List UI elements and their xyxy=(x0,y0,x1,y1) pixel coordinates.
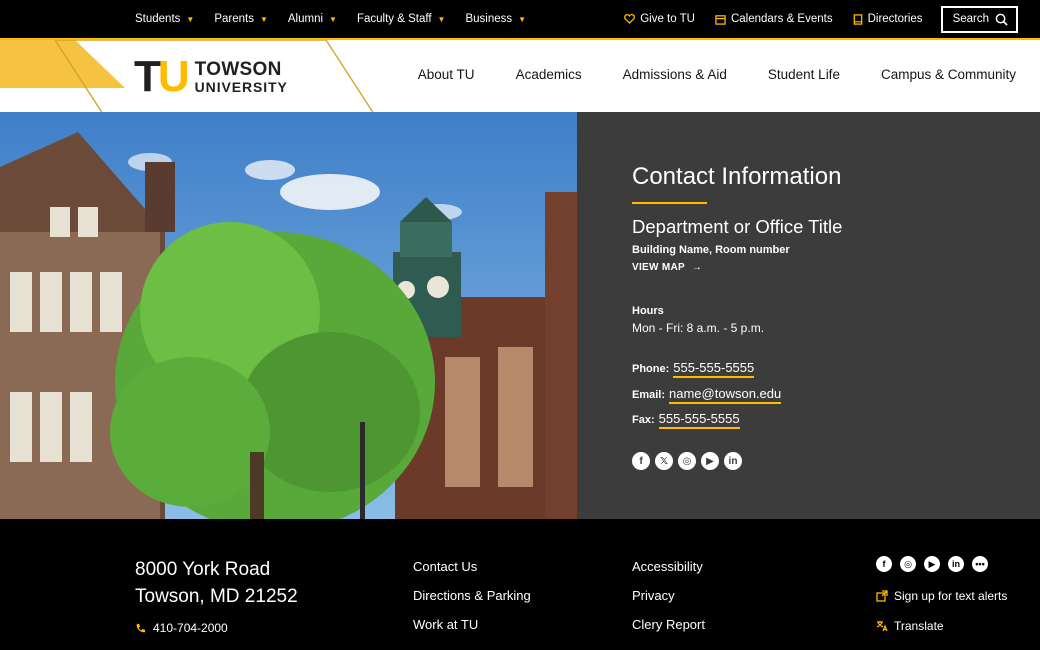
x-icon[interactable]: 𝕏 xyxy=(655,452,673,470)
logo-mark: TU xyxy=(134,52,190,101)
calendar-icon xyxy=(715,14,726,25)
phone-link[interactable]: 555-555-5555 xyxy=(673,360,755,378)
site-header: TU TOWSON UNIVERSITY About TU Academics … xyxy=(0,40,1040,115)
audience-alumni[interactable]: Alumni ▼ xyxy=(288,13,337,25)
search-button[interactable]: Search xyxy=(940,5,1018,33)
logo-wordmark: TOWSON UNIVERSITY xyxy=(194,59,288,95)
title-underline xyxy=(632,202,707,204)
fax-link[interactable]: 555-555-5555 xyxy=(658,411,740,429)
book-icon xyxy=(853,13,862,25)
main-nav: About TU Academics Admissions & Aid Stud… xyxy=(377,40,1016,108)
directories-link[interactable]: Directories xyxy=(853,13,923,25)
audience-faculty-staff[interactable]: Faculty & Staff ▼ xyxy=(357,13,446,25)
facebook-icon[interactable]: f xyxy=(632,452,650,470)
heart-icon xyxy=(624,14,636,24)
email-link[interactable]: name@towson.edu xyxy=(669,386,782,404)
nav-admissions[interactable]: Admissions & Aid xyxy=(623,67,727,82)
text-alerts-link[interactable]: Sign up for text alerts xyxy=(876,589,1007,603)
email-row: Email: name@towson.edu xyxy=(632,386,782,404)
calendars-link[interactable]: Calendars & Events xyxy=(715,13,833,25)
campus-illustration xyxy=(0,112,577,519)
audience-business[interactable]: Business ▼ xyxy=(465,13,526,25)
hours-value: Mon - Fri: 8 a.m. - 5 p.m. xyxy=(632,321,765,335)
utility-bar: Students ▼ Parents ▼ Alumni ▼ Faculty & Sta… xyxy=(0,0,1040,40)
instagram-icon[interactable]: ◎ xyxy=(678,452,696,470)
linkedin-icon[interactable]: in xyxy=(724,452,742,470)
footer-contact-us[interactable]: Contact Us xyxy=(413,559,531,588)
nav-about[interactable]: About TU xyxy=(418,67,475,82)
view-map-link[interactable]: VIEW MAP → xyxy=(632,262,702,273)
nav-student-life[interactable]: Student Life xyxy=(768,67,840,82)
audience-nav: Students ▼ Parents ▼ Alumni ▼ Faculty & Sta… xyxy=(135,0,546,38)
hours-label: Hours xyxy=(632,305,664,317)
translate-link[interactable]: Translate xyxy=(876,619,944,633)
arrow-right-icon: → xyxy=(691,262,703,273)
footer-links-col2: Accessibility Privacy Clery Report xyxy=(632,559,705,646)
footer-links-col1: Contact Us Directions & Parking Work at … xyxy=(413,559,531,646)
nav-campus-community[interactable]: Campus & Community xyxy=(881,67,1016,82)
building-name: Building Name, Room number xyxy=(632,244,790,256)
utility-links: Give to TU Calendars & Events Directorie… xyxy=(604,0,1018,38)
footer-phone-link[interactable]: 410-704-2000 xyxy=(135,621,228,635)
footer-privacy[interactable]: Privacy xyxy=(632,588,705,617)
chevron-down-icon: ▼ xyxy=(259,14,268,24)
youtube-icon[interactable]: ▶ xyxy=(924,556,940,572)
address-line1: 8000 York Road xyxy=(135,559,271,580)
department-title: Department or Office Title xyxy=(632,216,843,237)
towson-logo[interactable]: TU TOWSON UNIVERSITY xyxy=(134,55,288,99)
contact-panel: Contact Information Department or Office… xyxy=(577,112,1040,519)
address-line2: Towson, MD 21252 xyxy=(135,586,298,607)
chevron-down-icon: ▼ xyxy=(329,14,337,24)
search-icon xyxy=(995,13,1008,26)
external-link-icon xyxy=(876,590,888,602)
facebook-icon[interactable]: f xyxy=(876,556,892,572)
chevron-down-icon: ▼ xyxy=(437,14,446,24)
site-footer: 8000 York Road Towson, MD 21252 410-704-… xyxy=(0,519,1040,650)
audience-parents[interactable]: Parents ▼ xyxy=(214,13,268,25)
campus-photo xyxy=(0,112,577,519)
more-icon[interactable]: ••• xyxy=(972,556,988,572)
footer-clery-report[interactable]: Clery Report xyxy=(632,617,705,646)
chevron-down-icon: ▼ xyxy=(518,14,527,24)
give-link[interactable]: Give to TU xyxy=(624,13,695,25)
translate-icon xyxy=(876,621,888,632)
phone-icon xyxy=(136,623,146,632)
audience-students[interactable]: Students ▼ xyxy=(135,13,194,25)
contact-title: Contact Information xyxy=(632,163,842,190)
phone-row: Phone: 555-555-5555 xyxy=(632,360,755,378)
youtube-icon[interactable]: ▶ xyxy=(701,452,719,470)
footer-work-at-tu[interactable]: Work at TU xyxy=(413,617,531,646)
footer-directions-parking[interactable]: Directions & Parking xyxy=(413,588,531,617)
footer-accessibility[interactable]: Accessibility xyxy=(632,559,705,588)
nav-academics[interactable]: Academics xyxy=(516,67,582,82)
chevron-down-icon: ▼ xyxy=(186,14,195,24)
instagram-icon[interactable]: ◎ xyxy=(900,556,916,572)
footer-social-links: f ◎ ▶ in ••• xyxy=(876,556,996,572)
linkedin-icon[interactable]: in xyxy=(948,556,964,572)
fax-row: Fax: 555-555-5555 xyxy=(632,411,740,429)
contact-social-links: f 𝕏 ◎ ▶ in xyxy=(632,452,747,470)
